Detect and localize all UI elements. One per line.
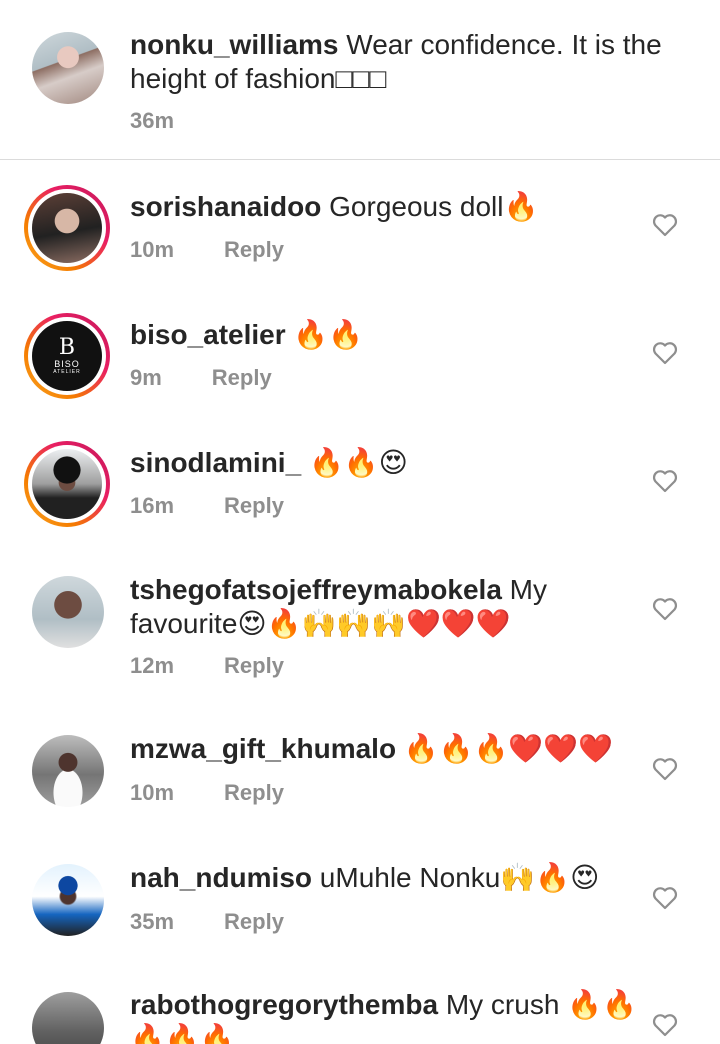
comment-text-block: tshegofatsojeffreymabokela My favourite😍… [130, 573, 650, 641]
caption-timestamp: 36m [130, 108, 175, 133]
avatar[interactable] [32, 864, 104, 936]
avatar[interactable] [32, 992, 104, 1044]
comment-timestamp: 12m [130, 653, 175, 678]
avatar: B BISO ATELIER [32, 321, 102, 391]
comment-username[interactable]: biso_atelier [130, 319, 286, 350]
comment-username[interactable]: sinodlamini_ [130, 447, 301, 478]
heart-outline-icon[interactable] [652, 886, 678, 910]
comment-timestamp: 10m [130, 780, 175, 805]
comment-username[interactable]: rabothogregorythemba [130, 989, 438, 1020]
avatar-logo-sub: ATELIER [53, 369, 81, 375]
comment-text: 🔥🔥 [293, 319, 364, 350]
caption-text-block: nonku_williams Wear confidence. It is th… [130, 28, 690, 96]
comment-meta: 16m Reply [130, 493, 284, 519]
caption-username[interactable]: nonku_williams [130, 29, 339, 60]
reply-button[interactable]: Reply [224, 780, 284, 805]
comment-text-block: rabothogregorythemba My crush 🔥🔥 🔥🔥🔥 [130, 988, 650, 1044]
comment-text-block: nah_ndumiso uMuhle Nonku🙌🔥😍 [130, 861, 650, 895]
reply-button[interactable]: Reply [212, 365, 272, 390]
heart-outline-icon[interactable] [652, 757, 678, 781]
comment-username[interactable]: nah_ndumiso [130, 862, 312, 893]
comment-text: uMuhle Nonku🙌🔥😍 [319, 862, 600, 893]
comment-meta: 12m Reply [130, 653, 284, 679]
heart-outline-icon[interactable] [652, 1013, 678, 1037]
comment-timestamp: 10m [130, 237, 175, 262]
heart-outline-icon[interactable] [652, 341, 678, 365]
comment-timestamp: 35m [130, 909, 175, 934]
reply-button[interactable]: Reply [224, 653, 284, 678]
comment-text-block: biso_atelier 🔥🔥 [130, 318, 650, 352]
comment-meta: 10m Reply [130, 780, 284, 806]
comment-timestamp: 16m [130, 493, 175, 518]
comment-username[interactable]: tshegofatsojeffreymabokela [130, 574, 502, 605]
comment-meta: 9m Reply [130, 365, 272, 391]
heart-outline-icon[interactable] [652, 469, 678, 493]
avatar[interactable] [32, 735, 104, 807]
reply-button[interactable]: Reply [224, 493, 284, 518]
story-ring[interactable] [24, 441, 110, 527]
comment-text-block: sinodlamini_ 🔥🔥😍 [130, 446, 650, 480]
caption-avatar[interactable] [32, 32, 104, 104]
comment-username[interactable]: sorishanaidoo [130, 191, 321, 222]
comments-screen: nonku_williams Wear confidence. It is th… [0, 0, 720, 1044]
avatar[interactable] [32, 576, 104, 648]
comment-text-block: mzwa_gift_khumalo 🔥🔥🔥❤️❤️❤️ [130, 732, 650, 766]
avatar [32, 193, 102, 263]
comment-meta: 10m Reply [130, 237, 284, 263]
comment-text: 🔥🔥😍 [308, 447, 408, 478]
comment-username[interactable]: mzwa_gift_khumalo [130, 733, 396, 764]
comment-text: Gorgeous doll🔥 [329, 191, 539, 222]
reply-button[interactable]: Reply [224, 237, 284, 262]
comment-meta: 35m Reply [130, 909, 284, 935]
post-caption: nonku_williams Wear confidence. It is th… [0, 0, 720, 160]
story-ring[interactable] [24, 185, 110, 271]
avatar-logo-name: BISO [54, 359, 80, 369]
comment-text-block: sorishanaidoo Gorgeous doll🔥 [130, 190, 650, 224]
comment-timestamp: 9m [130, 365, 162, 390]
comment-text: 🔥🔥🔥❤️❤️❤️ [403, 733, 614, 764]
avatar [32, 449, 102, 519]
heart-outline-icon[interactable] [652, 597, 678, 621]
avatar-logo-mark: B [58, 335, 76, 360]
story-ring[interactable]: B BISO ATELIER [24, 313, 110, 399]
heart-outline-icon[interactable] [652, 213, 678, 237]
reply-button[interactable]: Reply [224, 909, 284, 934]
